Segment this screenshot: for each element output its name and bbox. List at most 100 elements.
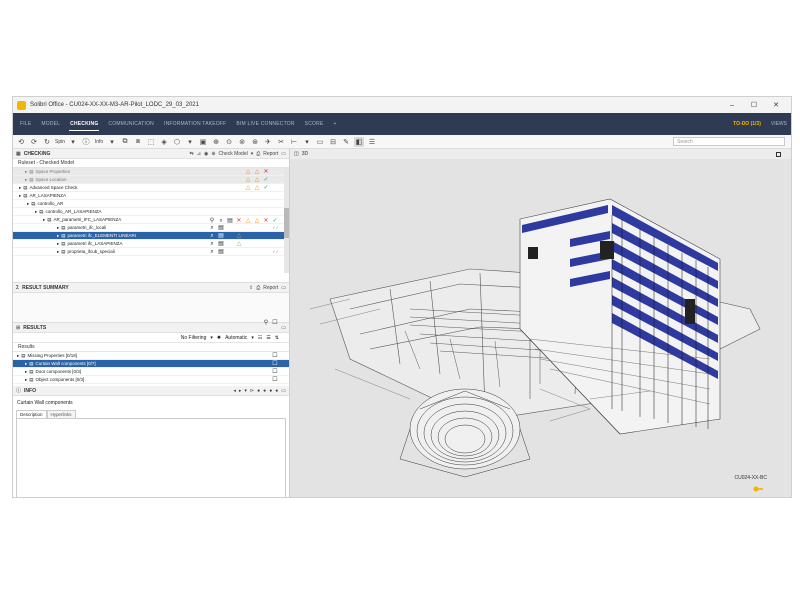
redo-icon[interactable]: ⟳ <box>29 137 39 147</box>
maximize-icon[interactable]: ☐ <box>743 101 765 109</box>
chevron-down-icon[interactable]: ▾ <box>302 137 312 147</box>
panel-toggle-icon[interactable]: ▭ <box>281 151 286 157</box>
expand-arrow-icon[interactable]: ▸ <box>57 225 59 231</box>
menu-checking[interactable]: CHECKING <box>65 113 103 135</box>
filter-select[interactable]: No Filtering <box>181 335 207 341</box>
result-row[interactable]: ▸ ▤ Object components [0/3] ☐ <box>13 376 289 384</box>
zoom-selection-icon[interactable]: ⊚ <box>237 137 247 147</box>
menu-model[interactable]: MODEL <box>36 113 65 135</box>
list-icon[interactable]: ☷ <box>258 335 262 341</box>
key-icon[interactable] <box>753 485 763 493</box>
chevron-down-icon[interactable]: ▾ <box>185 137 195 147</box>
ruleset-scrollbar[interactable] <box>284 168 289 273</box>
checkbox-icon[interactable]: ☐ <box>272 360 278 368</box>
zoom-fit-icon[interactable]: ⊙ <box>224 137 234 147</box>
share-icon[interactable]: ⇪ <box>249 285 253 291</box>
filter-icon[interactable]: ⊿ <box>197 151 201 157</box>
result-row[interactable]: ▸ ▤ Door components [0/3] ☐ <box>13 368 289 376</box>
expand-arrow-icon[interactable]: ▸ <box>57 249 59 255</box>
expand-arrow-icon[interactable]: ▸ <box>35 209 37 215</box>
visibility-icon[interactable]: ⧈ <box>133 137 143 147</box>
search-input[interactable]: Search <box>673 137 785 146</box>
chevron-down-icon[interactable]: ▾ <box>107 137 117 147</box>
views-menu[interactable]: VIEWS <box>767 121 791 127</box>
spin-mode-label[interactable]: Spin <box>55 137 65 147</box>
building-model[interactable] <box>290 159 792 498</box>
rule-row[interactable]: ▸ ▤ AR_parametri_IFC_LASAPIENZA <box>13 216 289 224</box>
isolate-icon[interactable]: ⬚ <box>146 137 156 147</box>
menu-file[interactable]: FILE <box>15 113 36 135</box>
cut-plane-icon[interactable]: ✂ <box>276 137 286 147</box>
rule-row[interactable]: ▸ ▤ parametri_ifc_locali ⌕ ▤ ✓✓ <box>13 224 289 232</box>
expand-arrow-icon[interactable]: ▸ <box>25 169 27 175</box>
checkbox-icon[interactable]: ☐ <box>272 376 278 384</box>
measure-icon[interactable]: ⊢ <box>289 137 299 147</box>
nav-icon[interactable]: ⊳ <box>250 388 254 394</box>
expand-arrow-icon[interactable]: ▸ <box>25 177 27 183</box>
maximize-icon[interactable] <box>776 152 781 157</box>
menu-communication[interactable]: COMMUNICATION <box>103 113 159 135</box>
zoom-in-icon[interactable]: ⊕ <box>211 137 221 147</box>
slide-icon[interactable]: ▭ <box>315 137 325 147</box>
check-model-button[interactable]: Check Model <box>219 151 248 157</box>
checkbox-icon[interactable]: ☐ <box>272 368 278 376</box>
scrollbar-thumb[interactable] <box>284 208 289 238</box>
rule-row[interactable]: ▸ ▤ parametri ifc_LASAPIENZA ⌕ ▤ △ <box>13 240 289 248</box>
eye-icon[interactable]: ◉ <box>204 151 208 157</box>
add-view-button[interactable]: + <box>328 113 341 135</box>
rule-row[interactable]: ▸ ▤ proprieta_ifcub_speciali ⌕ ▤ ✓✓ <box>13 248 289 256</box>
rule-row[interactable]: ▸ ▤ AR_LASAPIENZA <box>13 192 289 200</box>
layers-icon[interactable]: ☰ <box>367 137 377 147</box>
panel-toggle-icon[interactable]: ▭ <box>281 285 286 291</box>
snapshot-icon[interactable]: ◧ <box>354 136 365 147</box>
report-icon[interactable]: ⎙ <box>256 285 260 291</box>
close-icon[interactable]: ✕ <box>765 101 787 109</box>
chevron-down-icon[interactable]: ▾ <box>68 137 78 147</box>
spin-icon[interactable]: ↻ <box>42 137 52 147</box>
info-mode-label[interactable]: Info <box>94 137 104 147</box>
expand-arrow-icon[interactable]: ▸ <box>57 241 59 247</box>
expand-arrow-icon[interactable]: ▸ <box>43 217 45 223</box>
translucent-icon[interactable]: ◈ <box>159 137 169 147</box>
info-icon[interactable]: ⓘ <box>81 137 91 147</box>
3d-viewport[interactable]: ◫ 3D CU024-XX-BC <box>290 149 791 497</box>
chevron-down-icon[interactable]: ▾ <box>251 151 254 157</box>
undo-icon[interactable]: ⟲ <box>16 137 26 147</box>
fly-icon[interactable]: ✈ <box>263 137 273 147</box>
expand-arrow-icon[interactable]: ▸ <box>25 377 27 383</box>
expand-arrow-icon[interactable]: ▸ <box>25 369 27 375</box>
box-icon[interactable]: ▣ <box>198 137 208 147</box>
expand-arrow-icon[interactable]: ▸ <box>17 353 19 359</box>
expand-arrow-icon[interactable]: ▸ <box>19 193 21 199</box>
chevron-down-icon[interactable]: ▾ <box>244 388 247 394</box>
result-row[interactable]: ▸ ▤ Missing Properties [0/18] ☐ <box>13 352 289 360</box>
mode-select[interactable]: Automatic <box>225 335 247 341</box>
next-icon[interactable]: ▸ <box>239 388 242 394</box>
minimize-icon[interactable]: – <box>721 102 743 109</box>
select-components-icon[interactable]: ⧉ <box>120 137 130 147</box>
zoom-window-icon[interactable]: ⊛ <box>250 137 260 147</box>
rule-row[interactable]: ▸ ▤ parametri ifc_ELEMENTI LINEARI ⌕ ▤ △ <box>13 232 289 240</box>
presentation-icon[interactable]: ⊟ <box>328 137 338 147</box>
prev-icon[interactable]: ◂ <box>233 388 236 394</box>
cube-view-icon[interactable]: ⬡ <box>172 137 182 147</box>
menu-score[interactable]: SCORE <box>300 113 329 135</box>
check-model-icon[interactable]: ⊕ <box>211 151 215 157</box>
result-row[interactable]: ▸ ▤ Curtain Wall components [0/7] ☐ <box>13 360 289 368</box>
toggle-icon[interactable]: ⇆ <box>190 151 194 157</box>
panel-toggle-icon[interactable]: ▭ <box>281 325 286 331</box>
expand-arrow-icon[interactable]: ▸ <box>27 201 29 207</box>
markup-icon[interactable]: ✎ <box>341 137 351 147</box>
rule-row[interactable]: ▸ ▤ controllo_AR <box>13 200 289 208</box>
menu-information-takeoff[interactable]: INFORMATION TAKEOFF <box>159 113 231 135</box>
expand-arrow-icon[interactable]: ▸ <box>57 233 59 239</box>
menu-bim-live-connector[interactable]: BIM LIVE CONNECTOR <box>231 113 299 135</box>
checkbox-icon[interactable]: ☐ <box>272 352 278 360</box>
rule-row[interactable]: ▸ ▤ Advanced Space Check △ △ ✓ <box>13 184 289 192</box>
expand-arrow-icon[interactable]: ▸ <box>25 361 27 367</box>
tab-description[interactable]: Description <box>16 410 47 418</box>
expand-arrow-icon[interactable]: ▸ <box>19 185 21 191</box>
chevron-down-icon[interactable]: ▾ <box>251 335 254 341</box>
todo-indicator[interactable]: TO-DO (1/3) <box>727 121 767 127</box>
panel-toggle-icon[interactable]: ▭ <box>281 388 286 394</box>
